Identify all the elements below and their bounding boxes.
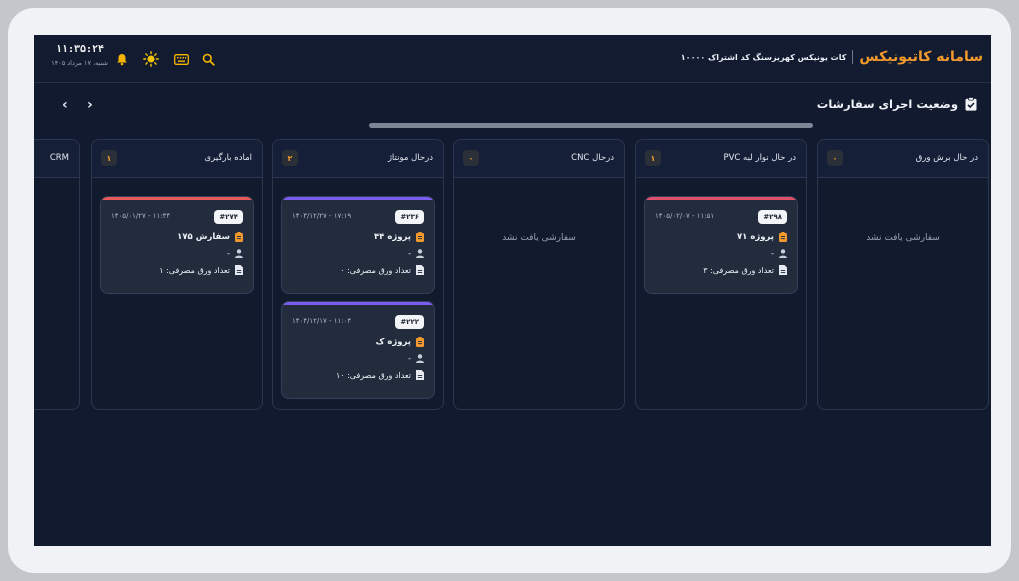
keyboard-icon[interactable] bbox=[172, 50, 190, 68]
empty-message: سفارشی یافت نشد bbox=[866, 233, 940, 243]
column-header: CRM bbox=[34, 140, 79, 178]
order-name: پروژه ۴۴ bbox=[373, 232, 411, 242]
bell-icon[interactable] bbox=[113, 50, 131, 68]
top-header: سامانه کاتیونیکس کات یونیکس کهریزسنگ کد … bbox=[34, 35, 991, 83]
sheets-count: تعداد ورق مصرفی: ۰ bbox=[340, 265, 411, 275]
clipboard-check-icon bbox=[964, 97, 977, 111]
column-crm: CRM bbox=[34, 139, 80, 410]
order-datetime: ۱۴۰۴/۱۲/۲۷ - ۱۷:۱۹ bbox=[292, 212, 352, 220]
order-name: سفارش ۱۷۵ bbox=[177, 232, 230, 242]
order-datetime: ۱۴۰۴/۱۲/۱۷ - ۱۱:۰۴ bbox=[292, 317, 352, 325]
column-assembly: درحال مونتاژ ۲ #۲۳۶ ۱۴۰۴/۱۲/۲۷ - ۱۷:۱۹ پ… bbox=[272, 139, 444, 410]
file-icon bbox=[415, 265, 424, 275]
order-name: پروژه ۷۱ bbox=[736, 232, 774, 242]
customer-row: - bbox=[771, 248, 787, 258]
column-header: در حال برش ورق ۰ bbox=[818, 140, 988, 178]
file-icon bbox=[234, 265, 243, 275]
empty-message: سفارشی یافت نشد bbox=[502, 233, 576, 243]
sun-icon[interactable] bbox=[142, 50, 160, 68]
clock-time: ۱۱:۳۵:۲۴ bbox=[55, 44, 105, 55]
sheets-count: تعداد ورق مصرفی: ۳ bbox=[703, 265, 774, 275]
customer-row: - bbox=[408, 248, 424, 258]
order-icon bbox=[415, 337, 424, 347]
column-title: در حال نوار لبه PVC bbox=[723, 153, 796, 163]
order-id-badge: #۲۲۲ bbox=[395, 315, 424, 329]
order-id-badge: #۲۳۶ bbox=[395, 210, 424, 224]
column-title: درحال مونتاژ bbox=[387, 153, 433, 163]
clock-date: شنبه، ۱۷ مرداد ۱۴۰۵ bbox=[51, 59, 108, 67]
card-accent-bar bbox=[101, 197, 253, 200]
sheets-row: تعداد ورق مصرفی: ۱۰ bbox=[336, 370, 424, 380]
brand: سامانه کاتیونیکس کات یونیکس کهریزسنگ کد … bbox=[681, 49, 983, 65]
column-cnc: درحال CNC ۰ سفارشی یافت نشد bbox=[453, 139, 625, 410]
app-screen: سامانه کاتیونیکس کات یونیکس کهریزسنگ کد … bbox=[34, 35, 991, 546]
column-title: CRM bbox=[49, 153, 69, 163]
order-datetime: ۱۴۰۵/۰۲/۰۷ - ۱۱:۵۱ bbox=[655, 212, 715, 220]
customer-name: - bbox=[408, 248, 411, 258]
customer-name: - bbox=[771, 248, 774, 258]
prev-page-button[interactable]: ‹ bbox=[62, 97, 68, 113]
sheets-row: تعداد ورق مصرفی: ۳ bbox=[703, 265, 787, 275]
order-card[interactable]: #۲۲۲ ۱۴۰۴/۱۲/۱۷ - ۱۱:۰۴ پروژه ک - تعداد … bbox=[281, 301, 435, 399]
user-icon bbox=[415, 353, 424, 363]
column-count-badge: ۲ bbox=[282, 150, 298, 166]
search-icon[interactable] bbox=[199, 50, 217, 68]
order-id-badge: #۲۷۴ bbox=[214, 210, 243, 224]
column-header: درحال CNC ۰ bbox=[454, 140, 624, 178]
column-ready-to-load: اماده بارگیری ۱ #۲۷۴ ۱۴۰۵/۰۱/۲۷ - ۱۱:۴۴ … bbox=[91, 139, 263, 410]
order-name: پروژه ک bbox=[375, 337, 411, 347]
column-title: در حال برش ورق bbox=[915, 153, 978, 163]
card-accent-bar bbox=[282, 302, 434, 305]
column-title: درحال CNC bbox=[571, 153, 614, 163]
sheets-count: تعداد ورق مصرفی: ۱ bbox=[159, 265, 230, 275]
file-icon bbox=[778, 265, 787, 275]
page-title: وضعیت اجرای سفارشات bbox=[817, 97, 977, 111]
order-icon bbox=[778, 232, 787, 242]
column-pvc-edging: در حال نوار لبه PVC ۱ #۲۹۸ ۱۴۰۵/۰۲/۰۷ - … bbox=[635, 139, 807, 410]
column-header: اماده بارگیری ۱ bbox=[92, 140, 262, 178]
next-page-button[interactable]: › bbox=[87, 97, 93, 113]
order-card[interactable]: #۲۷۴ ۱۴۰۵/۰۱/۲۷ - ۱۱:۴۴ سفارش ۱۷۵ - تعدا… bbox=[100, 196, 254, 294]
order-name-row: پروژه ۴۴ bbox=[374, 232, 424, 242]
column-title: اماده بارگیری bbox=[204, 153, 252, 163]
order-icon bbox=[415, 232, 424, 242]
customer-name: - bbox=[227, 248, 230, 258]
card-accent-bar bbox=[282, 197, 434, 200]
sheets-row: تعداد ورق مصرفی: ۰ bbox=[340, 265, 424, 275]
sheets-count: تعداد ورق مصرفی: ۱۰ bbox=[335, 370, 411, 380]
order-card[interactable]: #۲۳۶ ۱۴۰۴/۱۲/۲۷ - ۱۷:۱۹ پروژه ۴۴ - تعداد… bbox=[281, 196, 435, 294]
order-card[interactable]: #۲۹۸ ۱۴۰۵/۰۲/۰۷ - ۱۱:۵۱ پروژه ۷۱ - تعداد… bbox=[644, 196, 798, 294]
clock: ۱۱:۳۵:۲۴ شنبه، ۱۷ مرداد ۱۴۰۵ bbox=[51, 44, 108, 67]
page-title-text: وضعیت اجرای سفارشات bbox=[816, 97, 958, 111]
user-icon bbox=[415, 248, 424, 258]
column-count-badge: ۰ bbox=[463, 150, 479, 166]
column-count-badge: ۱ bbox=[645, 150, 661, 166]
company-name: کات یونیکس کهریزسنگ کد اشتراک ۱۰۰۰۰ bbox=[680, 52, 847, 62]
order-id-badge: #۲۹۸ bbox=[758, 210, 787, 224]
customer-name: - bbox=[408, 353, 411, 363]
sheets-row: تعداد ورق مصرفی: ۱ bbox=[159, 265, 243, 275]
user-icon bbox=[234, 248, 243, 258]
order-name-row: پروژه ک bbox=[376, 337, 424, 347]
order-datetime: ۱۴۰۵/۰۱/۲۷ - ۱۱:۴۴ bbox=[111, 212, 171, 220]
column-count-badge: ۱ bbox=[101, 150, 117, 166]
order-name-row: سفارش ۱۷۵ bbox=[177, 232, 243, 242]
user-icon bbox=[778, 248, 787, 258]
order-icon bbox=[234, 232, 243, 242]
column-count-badge: ۰ bbox=[827, 150, 843, 166]
divider bbox=[852, 50, 854, 64]
customer-row: - bbox=[227, 248, 243, 258]
customer-row: - bbox=[408, 353, 424, 363]
file-icon bbox=[415, 370, 424, 380]
card-accent-bar bbox=[645, 197, 797, 200]
order-name-row: پروژه ۷۱ bbox=[737, 232, 787, 242]
column-cutting: در حال برش ورق ۰ سفارشی یافت نشد bbox=[817, 139, 989, 410]
app-title: سامانه کاتیونیکس bbox=[859, 49, 983, 65]
horizontal-scrollbar[interactable] bbox=[369, 123, 813, 128]
column-header: در حال نوار لبه PVC ۱ bbox=[636, 140, 806, 178]
column-header: درحال مونتاژ ۲ bbox=[273, 140, 443, 178]
